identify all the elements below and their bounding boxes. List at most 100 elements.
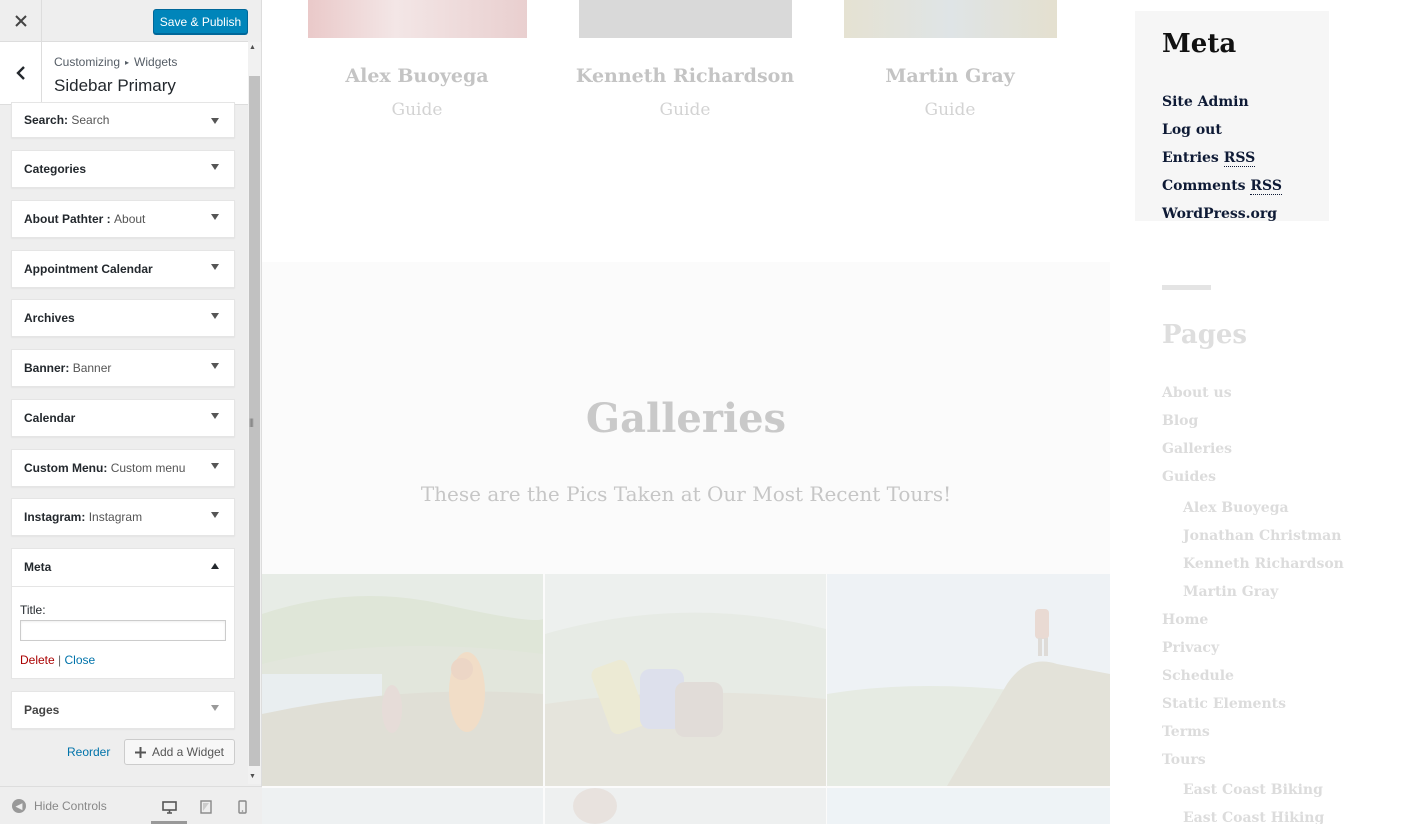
breadcrumb-separator-icon: ▸ (125, 58, 130, 67)
expand-arrow-icon[interactable] (211, 313, 219, 319)
guide-photo (579, 0, 792, 38)
close-icon (14, 15, 27, 27)
breadcrumb: Customizing ▸ Widgets (54, 55, 177, 69)
page-link[interactable]: Blog (1162, 413, 1198, 429)
tablet-icon (200, 800, 212, 814)
guide-role: Guide (391, 100, 443, 120)
delete-link[interactable]: Delete (20, 653, 55, 667)
collapse-arrow-left-icon: ◀ (12, 799, 26, 813)
resize-handle-icon[interactable]: ||| (249, 417, 254, 427)
gallery-photo-backpack (545, 574, 826, 786)
expand-arrow-icon[interactable] (211, 264, 219, 270)
add-widget-button[interactable]: Add a Widget (124, 739, 235, 765)
expand-arrow-icon[interactable] (211, 214, 219, 220)
preview-mobile-button[interactable] (230, 796, 254, 818)
page-link[interactable]: Home (1162, 612, 1208, 628)
desktop-icon (161, 800, 177, 814)
guide-role: Guide (659, 100, 711, 120)
meta-link-log-out[interactable]: Log out (1162, 122, 1222, 138)
scroll-up-icon[interactable]: ▲ (249, 44, 256, 51)
widget-title: Pages (24, 703, 60, 717)
gallery-image[interactable] (827, 788, 1110, 824)
widget-search[interactable]: Search: Search (11, 102, 235, 138)
preview-desktop-button[interactable] (157, 796, 181, 818)
widget-meta-header[interactable]: Meta (12, 549, 234, 587)
page-link[interactable]: Tours (1162, 752, 1206, 768)
guide-photo (844, 0, 1057, 38)
widget-archives[interactable]: Archives (11, 299, 235, 337)
widget-banner[interactable]: Banner: Banner (11, 349, 235, 387)
widget-title: Search: Search (24, 113, 110, 127)
page-link-child[interactable]: Alex Buoyega (1183, 500, 1289, 516)
page-link[interactable]: Galleries (1162, 441, 1232, 457)
widget-actions: Delete | Close (20, 653, 95, 667)
widget-title: Appointment Calendar (24, 262, 153, 276)
hide-controls-button[interactable]: ◀ Hide Controls (12, 799, 107, 813)
actions-separator: | (58, 653, 62, 667)
title-input[interactable] (20, 620, 226, 641)
page-link[interactable]: Guides (1162, 469, 1216, 485)
page-link-child[interactable]: Jonathan Christman (1183, 528, 1341, 544)
widget-title: Archives (24, 311, 75, 325)
expand-arrow-icon[interactable] (211, 512, 219, 518)
page-link-child[interactable]: East Coast Biking (1183, 782, 1323, 798)
back-button[interactable] (0, 42, 42, 104)
meta-link-comments-rss[interactable]: Comments RSS (1162, 178, 1282, 195)
meta-link-entries-rss[interactable]: Entries RSS (1162, 150, 1256, 167)
gallery-image[interactable] (545, 788, 826, 824)
panel-title: Sidebar Primary (54, 76, 176, 95)
gallery-image[interactable] (262, 788, 543, 824)
breadcrumb-item: Widgets (134, 55, 178, 69)
mobile-icon (237, 800, 247, 814)
preview-tablet-button[interactable] (194, 796, 218, 818)
close-customizer-button[interactable] (0, 0, 42, 42)
close-link[interactable]: Close (65, 653, 96, 667)
page-link[interactable]: Privacy (1162, 640, 1219, 656)
meta-link-site-admin[interactable]: Site Admin (1162, 94, 1249, 110)
widget-calendar[interactable]: Calendar (11, 399, 235, 437)
widget-title: Banner: Banner (24, 361, 112, 375)
widget-about-pathter[interactable]: About Pathter : About (11, 200, 235, 238)
guide-name[interactable]: Martin Gray (840, 65, 1060, 87)
gallery-image[interactable] (262, 574, 543, 786)
expand-arrow-icon[interactable] (211, 705, 219, 711)
page-link[interactable]: About us (1162, 385, 1232, 401)
save-publish-button[interactable]: Save & Publish (153, 9, 248, 34)
meta-link-wordpress-org[interactable]: WordPress.org (1162, 206, 1277, 222)
gallery-image[interactable] (545, 574, 826, 786)
chevron-left-icon (15, 66, 25, 80)
site-preview: Alex Buoyega Guide Kenneth Richardson Gu… (262, 0, 1411, 824)
gallery-image[interactable] (827, 574, 1110, 786)
gallery-photo-hikers (262, 574, 543, 786)
expand-arrow-icon[interactable] (211, 363, 219, 369)
guide-role: Guide (924, 100, 976, 120)
widget-categories[interactable]: Categories (11, 150, 235, 188)
page-link-child[interactable]: Kenneth Richardson (1183, 556, 1344, 572)
scroll-down-icon[interactable]: ▼ (249, 773, 256, 780)
page-link-child[interactable]: East Coast Hiking (1183, 810, 1324, 824)
page-link[interactable]: Terms (1162, 724, 1210, 740)
guide-name[interactable]: Kenneth Richardson (575, 65, 795, 87)
pages-widget-title: Pages (1162, 320, 1248, 350)
page-link[interactable]: Static Elements (1162, 696, 1286, 712)
expand-arrow-icon[interactable] (211, 463, 219, 469)
widget-appointment-calendar[interactable]: Appointment Calendar (11, 250, 235, 288)
guide-photo (308, 0, 527, 38)
customizer-header: Save & Publish (0, 0, 248, 42)
expand-arrow-icon[interactable] (211, 164, 219, 170)
page-link-child[interactable]: Martin Gray (1183, 584, 1278, 600)
widget-custom-menu[interactable]: Custom Menu: Custom menu (11, 449, 235, 487)
breadcrumb-item: Customizing (54, 55, 121, 69)
guide-name[interactable]: Alex Buoyega (307, 65, 527, 87)
gallery-photo-partial (573, 788, 617, 824)
meta-widget-title: Meta (1162, 29, 1237, 59)
widget-instagram[interactable]: Instagram: Instagram (11, 498, 235, 536)
collapse-arrow-icon[interactable] (211, 563, 219, 569)
expand-arrow-icon[interactable] (211, 413, 219, 419)
galleries-title: Galleries (585, 395, 787, 442)
reorder-link[interactable]: Reorder (67, 745, 110, 759)
page-link[interactable]: Schedule (1162, 668, 1234, 684)
galleries-subtitle: These are the Pics Taken at Our Most Rec… (420, 482, 952, 506)
widget-pages[interactable]: Pages (11, 691, 235, 729)
expand-arrow-icon[interactable] (211, 118, 219, 124)
